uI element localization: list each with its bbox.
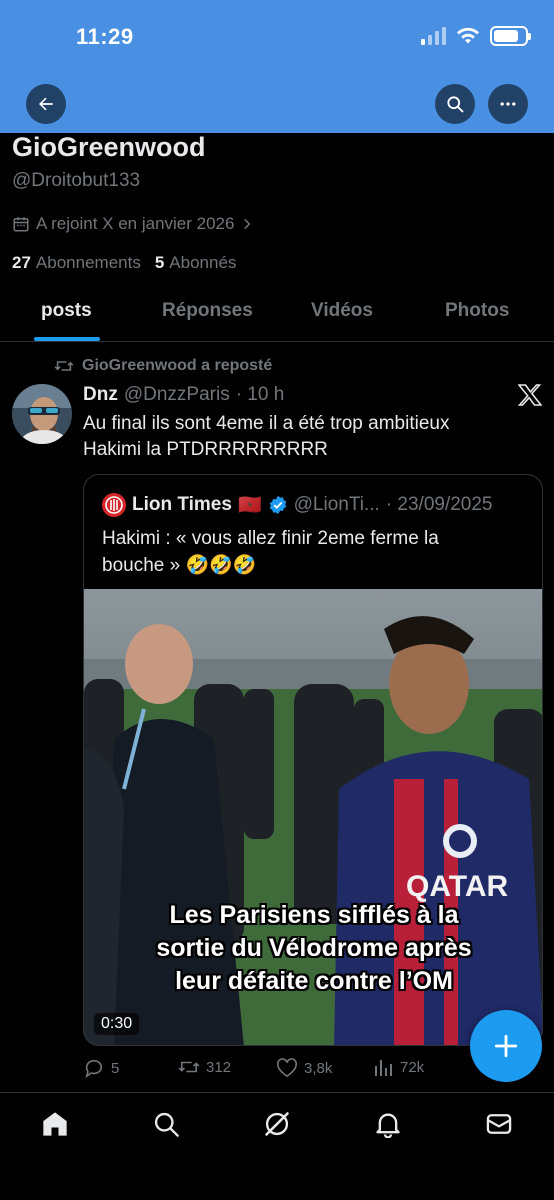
tab-posts[interactable]: posts (41, 300, 92, 322)
nav-notifications[interactable] (373, 1109, 403, 1139)
following-link[interactable]: 27 Abonnements (12, 253, 141, 273)
nav-messages[interactable] (484, 1109, 514, 1139)
repost-count: 312 (206, 1058, 232, 1076)
views-count: 72k (400, 1058, 425, 1076)
author-avatar[interactable] (12, 384, 72, 444)
post-text: Au final ils sont 4eme il a été trop amb… (83, 411, 533, 463)
author-name[interactable]: Dnz (83, 384, 118, 406)
video-player[interactable]: QATAR Les Parisiens sifflés à la sortie … (84, 589, 542, 1045)
tab-active-indicator (34, 337, 100, 341)
verified-icon (269, 495, 286, 515)
profile-handle: @Droitobut133 (12, 170, 141, 191)
mail-icon (486, 1114, 512, 1134)
repost-label: GioGreenwood a reposté (82, 357, 273, 374)
quote-text: Hakimi : « vous allez finir 2eme ferme l… (102, 525, 532, 579)
home-icon (43, 1112, 67, 1136)
tab-replies[interactable]: Réponses (162, 300, 253, 322)
joined-label: A rejoint X en janvier 2026 (36, 214, 235, 233)
tab-videos[interactable]: Vidéos (311, 300, 373, 322)
video-caption: Les Parisiens sifflés à la sortie du Vél… (84, 899, 542, 998)
joined-date[interactable]: A rejoint X en janvier 2026 (12, 214, 254, 234)
reply-button[interactable]: 5 (83, 1058, 119, 1078)
back-button[interactable] (26, 84, 66, 124)
profile-tabs: posts Réponses Vidéos Photos (0, 290, 554, 342)
post-actions: 5 312 3,8k 72k (83, 1058, 503, 1082)
nav-grok[interactable] (262, 1109, 292, 1139)
chevron-right-icon (244, 218, 251, 230)
follow-counts: 27 Abonnements 5 Abonnés (12, 253, 236, 273)
repost-indicator: GioGreenwood a reposté (54, 357, 272, 375)
repost-icon (54, 361, 74, 371)
quote-text-line1: Hakimi : « vous allez finir 2eme ferme l… (102, 528, 439, 549)
calendar-icon (13, 217, 29, 232)
post-header: Dnz @DnzzParis · 10 h (83, 384, 284, 406)
status-icons (421, 26, 531, 46)
tab-photos[interactable]: Photos (445, 300, 509, 322)
following-count: 27 (12, 253, 31, 272)
author-handle[interactable]: @DnzzParis (124, 384, 230, 406)
views-icon (375, 1060, 392, 1076)
reply-icon (85, 1059, 103, 1078)
quote-author-handle: @LionTi... (293, 494, 380, 515)
nav-home[interactable] (40, 1109, 70, 1139)
profile-display-name: GioGreenwood (12, 132, 206, 162)
more-icon (500, 102, 516, 106)
profile-banner: 11:29 (0, 0, 554, 133)
flag-icon: 🇲🇦 (237, 495, 262, 516)
repost-icon (178, 1061, 200, 1073)
quote-text-line2: bouche » 🤣🤣🤣 (102, 555, 257, 576)
following-label: Abonnements (35, 253, 141, 272)
quote-header: Lion Times 🇲🇦 @LionTi... · 23/09/2025 (102, 493, 493, 517)
quote-date: · 23/09/2025 (385, 494, 493, 515)
views-button[interactable]: 72k (374, 1058, 424, 1076)
search-icon (447, 96, 464, 113)
quoted-post[interactable]: Lion Times 🇲🇦 @LionTi... · 23/09/2025 Ha… (83, 474, 543, 1046)
like-icon (276, 1058, 298, 1078)
signal-icon (421, 27, 446, 45)
wifi-icon (457, 27, 479, 44)
search-icon (154, 1112, 179, 1137)
nav-search[interactable] (151, 1109, 181, 1139)
status-time: 11:29 (76, 24, 134, 49)
avatar-image (12, 384, 72, 444)
post-text-line2: Hakimi la PTDRRRRRRRRR (83, 439, 328, 460)
like-button[interactable]: 3,8k (276, 1058, 332, 1078)
video-duration: 0:30 (94, 1013, 140, 1035)
video-caption-line1: Les Parisiens sifflés à la (169, 901, 459, 929)
search-button[interactable] (435, 84, 475, 124)
grok-icon (265, 1112, 289, 1136)
compose-button[interactable] (470, 1010, 542, 1082)
followers-link[interactable]: 5 Abonnés (155, 253, 237, 273)
post-time: · 10 h (235, 384, 285, 405)
video-caption-line2: sortie du Vélodrome après (156, 934, 472, 962)
back-arrow-icon (39, 97, 53, 111)
more-button[interactable] (488, 84, 528, 124)
like-count: 3,8k (304, 1059, 333, 1077)
followers-count: 5 (154, 253, 165, 272)
battery-icon (490, 26, 531, 46)
post-text-line1: Au final ils sont 4eme il a été trop amb… (83, 413, 450, 434)
plus-icon (494, 1034, 518, 1058)
lion-times-avatar (102, 493, 126, 517)
video-caption-line3: leur défaite contre l’OM (175, 967, 453, 995)
quote-author-name: Lion Times (132, 494, 232, 515)
bell-icon (376, 1113, 400, 1138)
repost-button[interactable]: 312 (178, 1058, 231, 1076)
x-logo-icon (518, 384, 542, 406)
reply-count: 5 (111, 1059, 120, 1077)
bottom-navigation (0, 1092, 554, 1200)
followers-label: Abonnés (169, 253, 237, 272)
